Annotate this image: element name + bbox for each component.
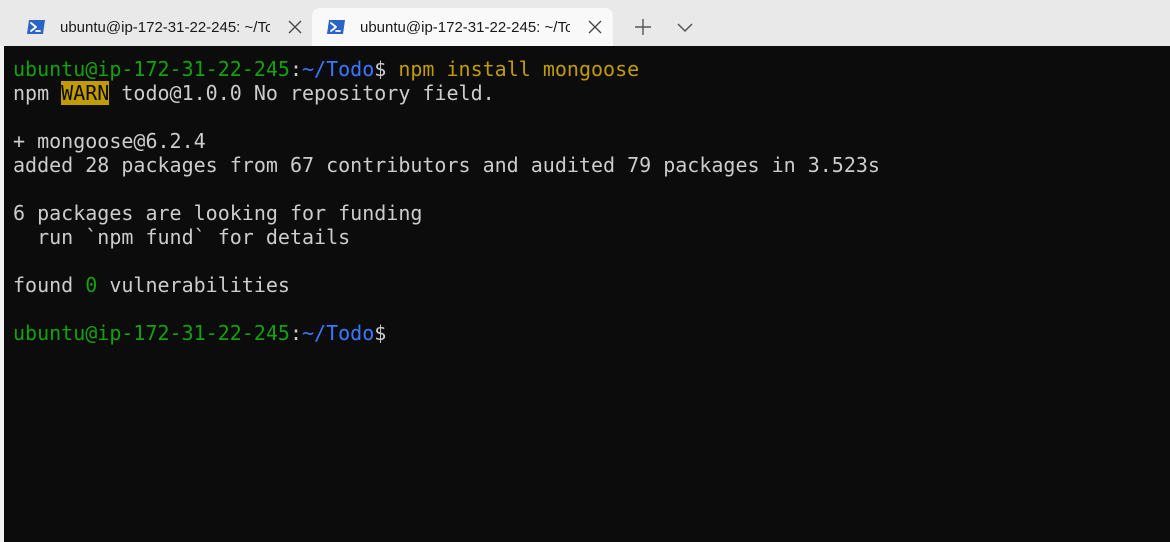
tab-1[interactable]: ubuntu@ip-172-31-22-245: ~/Todo [14,8,307,46]
prompt-path: ~/Todo [302,321,375,345]
prompt-colon: : [289,321,302,345]
added-line: added 28 packages from 67 contributors a… [13,153,880,177]
warn-prefix: npm [13,81,62,105]
vuln-prefix: found [13,273,86,297]
command-line: ubuntu@ip-172-31-22-245:~/Todo$ npm inst… [13,57,1170,81]
chevron-down-icon[interactable] [675,18,695,36]
warn-badge: WARN [61,81,110,105]
install-line: + mongoose@6.2.4 [13,129,206,153]
vuln-count: 0 [85,273,98,297]
tab-bar: ubuntu@ip-172-31-22-245: ~/Todo ubuntu@i… [0,0,1170,46]
close-icon[interactable] [588,20,602,34]
funding-hint-line: run `npm fund` for details [13,225,351,249]
vulnerabilities-line: found 0 vulnerabilities [13,273,1170,297]
warn-message: todo@1.0.0 No repository field. [109,81,495,105]
terminal-output[interactable]: ubuntu@ip-172-31-22-245:~/Todo$ npm inst… [4,46,1170,542]
prompt-symbol: $ [374,321,387,345]
funding-line: 6 packages are looking for funding [13,201,423,225]
prompt-path: ~/Todo [302,57,375,81]
warn-line: npm WARN todo@1.0.0 No repository field. [13,81,1170,105]
tab-title: ubuntu@ip-172-31-22-245: ~/Todo [360,18,570,36]
prompt-colon: : [289,57,302,81]
terminal-window: ubuntu@ip-172-31-22-245: ~/Todo ubuntu@i… [0,0,1170,542]
prompt-symbol: $ [374,57,387,81]
vuln-suffix: vulnerabilities [97,273,290,297]
close-icon[interactable] [288,20,302,34]
tab-title: ubuntu@ip-172-31-22-245: ~/Todo [60,18,270,36]
powershell-icon [27,20,45,34]
powershell-icon [327,20,345,34]
prompt-user-host: ubuntu@ip-172-31-22-245 [13,321,290,345]
command-text: npm install mongoose [386,57,640,81]
tab-2[interactable]: ubuntu@ip-172-31-22-245: ~/Todo [312,8,613,46]
plus-icon[interactable] [632,16,654,38]
prompt-line: ubuntu@ip-172-31-22-245:~/Todo$ [13,321,1170,345]
prompt-user-host: ubuntu@ip-172-31-22-245 [13,57,290,81]
